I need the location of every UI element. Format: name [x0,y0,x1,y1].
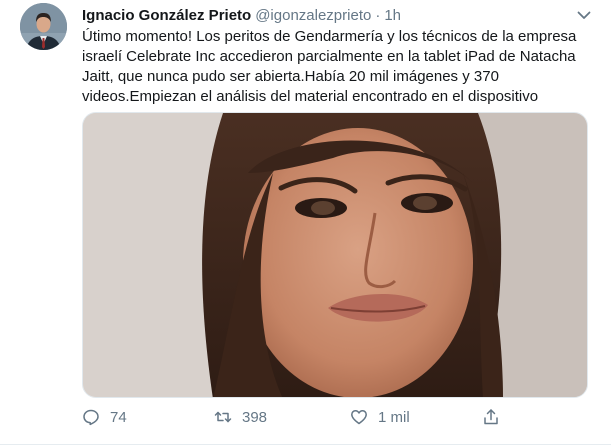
retweet-icon [214,411,232,423]
retweet-count: 398 [242,408,268,426]
separator-dot: · [375,7,381,24]
avatar-photo [20,3,67,50]
share-icon [484,409,498,425]
tweet-card: Ignacio González Prieto @igonzalezprieto… [0,0,611,445]
avatar[interactable] [20,3,67,50]
tweet-photo[interactable] [82,112,588,398]
retweet-button[interactable]: 398 [214,404,267,430]
like-button[interactable]: 1 mil [350,404,410,430]
like-icon [351,410,367,425]
reply-icon [83,409,99,426]
action-bar: 74 398 1 mil [82,404,592,430]
author-handle[interactable]: @igonzalezprieto [255,6,371,26]
share-button[interactable] [482,404,510,430]
reply-button[interactable]: 74 [82,404,127,430]
reply-count: 74 [110,408,127,426]
tweet-text: Útimo momento! Los peritos de Gendarmerí… [82,28,577,105]
tweet-header: Ignacio González Prieto @igonzalezprieto… [82,6,571,26]
author-name[interactable]: Ignacio González Prieto [82,6,251,26]
like-count: 1 mil [378,408,410,426]
selfie-image [83,113,587,397]
chevron-down-icon[interactable] [575,6,593,24]
timestamp[interactable]: 1h [384,6,401,26]
